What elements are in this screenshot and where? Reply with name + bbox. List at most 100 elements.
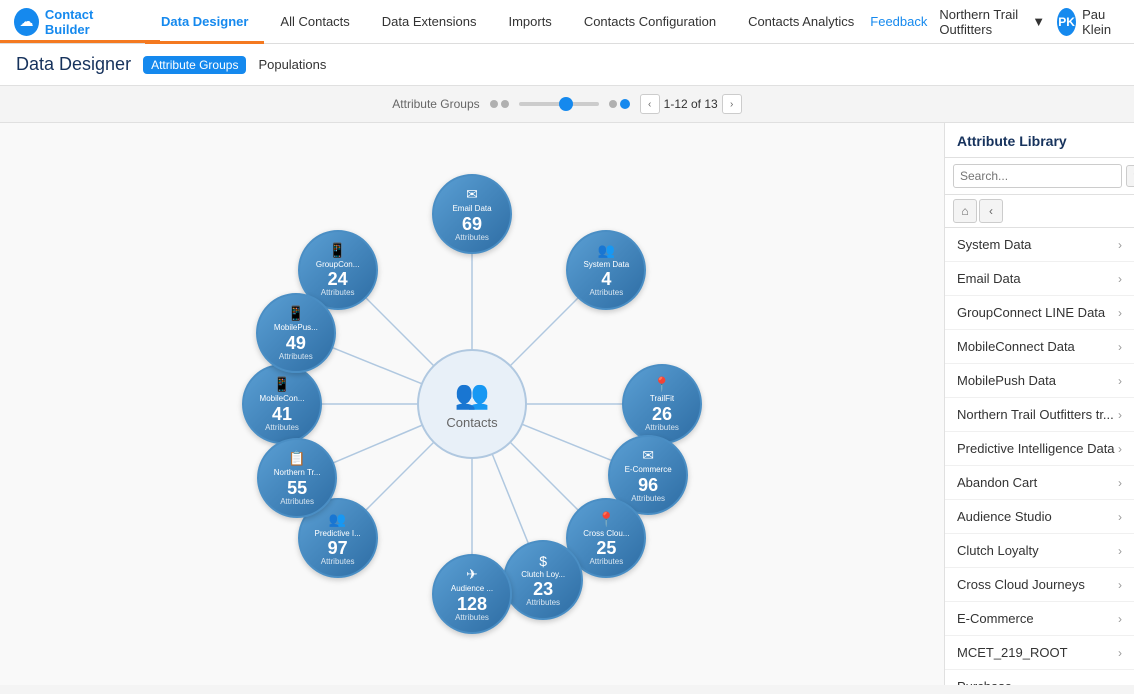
spoke-node-mobilePush[interactable]: 📱 MobilePus... 49 Attributes [256, 293, 336, 373]
user-menu[interactable]: PK Pau Klein [1057, 7, 1120, 37]
spoke-name: System Data [580, 260, 632, 270]
spoke-count: 97 [328, 539, 348, 557]
search-bar: 🔍 [945, 158, 1134, 195]
spoke-count: 25 [596, 539, 616, 557]
back-nav-btn[interactable]: ‹ [979, 199, 1003, 223]
library-item[interactable]: MobilePush Data › [945, 364, 1134, 398]
org-name: Northern Trail Outfitters [939, 7, 1028, 37]
home-nav-btn[interactable]: ⌂ [953, 199, 977, 223]
search-input[interactable] [953, 164, 1122, 188]
library-item[interactable]: MobileConnect Data› [945, 330, 1134, 364]
library-item-chevron: › [1118, 340, 1122, 354]
library-item-label: Abandon Cart [957, 475, 1037, 490]
spoke-name: GroupCon... [313, 260, 363, 270]
spoke-label: Attributes [589, 557, 623, 566]
tab-imports[interactable]: Imports [492, 1, 567, 44]
library-item[interactable]: Clutch Loyalty› [945, 534, 1134, 568]
library-item-chevron: › [1118, 272, 1122, 286]
spoke-count: 128 [457, 595, 487, 613]
spoke-node-trailFit[interactable]: 📍 TrailFit 26 Attributes [622, 364, 702, 444]
spoke-count: 24 [328, 270, 348, 288]
library-item-chevron: › [1118, 476, 1122, 490]
spoke-label: Attributes [321, 288, 355, 297]
library-item[interactable]: E-Commerce› [945, 602, 1134, 636]
library-item[interactable]: Purchase› [945, 670, 1134, 685]
nav-tabs: Data Designer All Contacts Data Extensio… [145, 0, 870, 43]
library-item-label: Cross Cloud Journeys [957, 577, 1085, 592]
library-item-label: System Data [957, 237, 1031, 252]
tab-data-designer[interactable]: Data Designer [145, 1, 264, 44]
library-item-label: MobilePush Data [957, 373, 1056, 388]
spoke-label: Attributes [645, 423, 679, 432]
spoke-icon: 📋 [288, 450, 305, 467]
prev-page-btn[interactable]: ‹ [640, 94, 660, 114]
app-logo-text: Contact Builder [45, 7, 131, 37]
library-item[interactable]: GroupConnect LINE Data› [945, 296, 1134, 330]
library-item-chevron: › [1118, 544, 1122, 558]
spoke-node-mobileCon[interactable]: 📱 MobileCon... 41 Attributes [242, 364, 322, 444]
spoke-node-emailData[interactable]: ✉ Email Data 69 Attributes [432, 174, 512, 254]
library-item[interactable]: Audience Studio› [945, 500, 1134, 534]
library-item-label: Northern Trail Outfitters tr... [957, 407, 1114, 422]
library-item-label: E-Commerce [957, 611, 1034, 626]
library-item-label: GroupConnect LINE Data [957, 305, 1105, 320]
tab-data-extensions[interactable]: Data Extensions [366, 1, 493, 44]
toolbar: Attribute Groups ‹ 1-12 of 13 › [0, 86, 1134, 123]
page-dot-2[interactable] [620, 99, 630, 109]
zoom-slider[interactable] [519, 102, 599, 106]
library-item[interactable]: Cross Cloud Journeys› [945, 568, 1134, 602]
library-title: Attribute Library [945, 123, 1134, 158]
spoke-icon: 👥 [598, 242, 615, 259]
spoke-icon: 📱 [287, 305, 304, 322]
page-dot-1[interactable] [609, 100, 617, 108]
library-item[interactable]: System Data › [945, 228, 1134, 262]
spoke-label: Attributes [526, 598, 560, 607]
app-logo-icon: ☁ [14, 8, 39, 36]
attribute-library-panel: Attribute Library 🔍 ⌂ ‹ System Data›Emai… [944, 123, 1134, 685]
spoke-count: 4 [601, 270, 611, 288]
populations-tab[interactable]: Populations [258, 55, 326, 74]
grid-view-btn[interactable] [490, 100, 498, 108]
spoke-node-audience[interactable]: ✈ Audience ... 128 Attributes [432, 554, 512, 634]
library-item-chevron: › [1118, 238, 1122, 252]
next-page-btn[interactable]: › [722, 94, 742, 114]
panel-navigation: ⌂ ‹ [945, 195, 1134, 228]
library-item[interactable]: MCET_219_ROOT › [945, 636, 1134, 670]
app-logo[interactable]: ☁ Contact Builder [0, 7, 145, 37]
library-item-chevron: › [1118, 646, 1122, 660]
library-item[interactable]: Abandon Cart › [945, 466, 1134, 500]
list-view-btn[interactable] [501, 100, 509, 108]
spoke-count: 55 [287, 479, 307, 497]
center-contacts-node[interactable]: 👥 Contacts [417, 349, 527, 459]
center-label: Contacts [446, 415, 497, 430]
attribute-groups-badge[interactable]: Attribute Groups [143, 56, 246, 74]
spoke-node-northernTr[interactable]: 📋 Northern Tr... 55 Attributes [257, 438, 337, 518]
spoke-name: Predictive I... [312, 529, 364, 539]
spoke-count: 23 [533, 580, 553, 598]
spoke-count: 26 [652, 405, 672, 423]
search-button[interactable]: 🔍 [1126, 165, 1134, 187]
feedback-link[interactable]: Feedback [870, 14, 927, 29]
spoke-label: Attributes [321, 557, 355, 566]
tab-contacts-configuration[interactable]: Contacts Configuration [568, 1, 732, 44]
spoke-count: 41 [272, 405, 292, 423]
org-selector[interactable]: Northern Trail Outfitters ▼ [939, 7, 1045, 37]
contacts-icon: 👥 [455, 378, 490, 411]
zoom-thumb[interactable] [559, 97, 573, 111]
spoke-count: 96 [638, 476, 658, 494]
tab-all-contacts[interactable]: All Contacts [264, 1, 365, 44]
spoke-icon: 👥 [329, 511, 346, 528]
nav-right: Feedback Northern Trail Outfitters ▼ PK … [870, 7, 1134, 37]
library-item[interactable]: Email Data› [945, 262, 1134, 296]
library-item-label: MCET_219_ROOT [957, 645, 1068, 660]
spoke-node-clutchLoy[interactable]: $ Clutch Loy... 23 Attributes [503, 540, 583, 620]
user-name: Pau Klein [1082, 7, 1120, 37]
library-item-chevron: › [1118, 374, 1122, 388]
library-item[interactable]: Predictive Intelligence Data› [945, 432, 1134, 466]
page-title: Data Designer [16, 54, 131, 75]
spoke-name: Northern Tr... [271, 468, 324, 478]
tab-contacts-analytics[interactable]: Contacts Analytics [732, 1, 870, 44]
spoke-node-systemData[interactable]: 👥 System Data 4 Attributes [566, 230, 646, 310]
library-item-chevron: › [1118, 408, 1122, 422]
library-item[interactable]: Northern Trail Outfitters tr... › [945, 398, 1134, 432]
